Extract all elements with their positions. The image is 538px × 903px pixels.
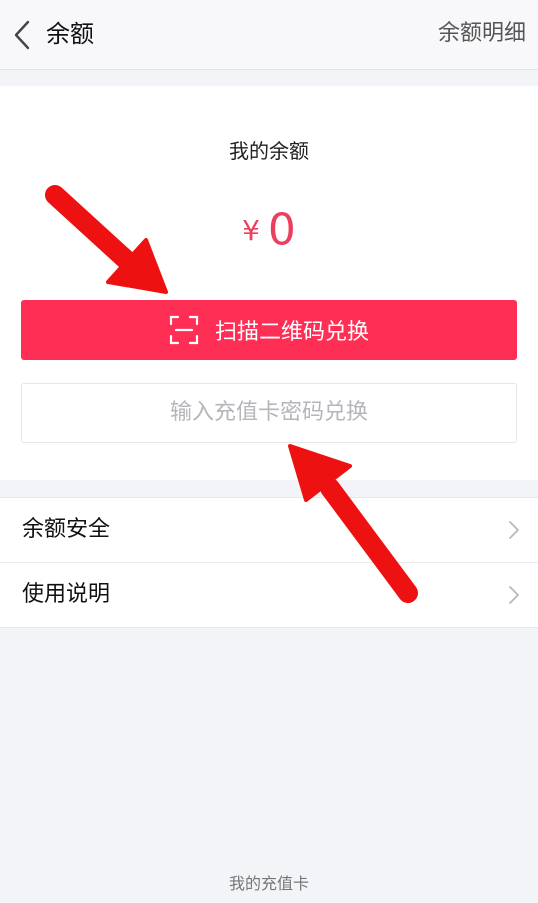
page-title: 余额 <box>46 20 94 48</box>
nav-bar: 余额 余额明细 <box>0 0 538 70</box>
card-code-input[interactable]: 输入充值卡密码兑换 <box>21 383 517 443</box>
list-item-label: 使用说明 <box>22 582 111 607</box>
balance-card: 我的余额 ¥0 扫描二维码兑换 输入充值卡密码兑换 <box>0 86 538 480</box>
scan-frame-icon <box>169 315 199 345</box>
balance-detail-link[interactable]: 余额明细 <box>438 16 526 52</box>
settings-list: 余额安全 使用说明 <box>0 497 538 628</box>
scan-qr-redeem-button[interactable]: 扫描二维码兑换 <box>21 300 517 360</box>
chevron-right-icon <box>509 586 519 604</box>
list-item-balance-security[interactable]: 余额安全 <box>0 498 538 562</box>
balance-value: 0 <box>267 204 296 256</box>
scan-button-label: 扫描二维码兑换 <box>214 320 369 345</box>
balance-label: 我的余额 <box>229 139 309 163</box>
balance-amount: ¥0 <box>0 200 538 261</box>
chevron-right-icon <box>509 521 519 539</box>
list-item-label: 余额安全 <box>22 517 111 542</box>
chevron-left-icon <box>14 20 30 50</box>
list-item-usage-guide[interactable]: 使用说明 <box>0 562 538 627</box>
currency-symbol: ¥ <box>242 213 260 247</box>
my-recharge-cards-link[interactable]: 我的充值卡 <box>0 872 538 896</box>
back-button[interactable] <box>6 14 40 56</box>
card-code-placeholder: 输入充值卡密码兑换 <box>169 400 368 425</box>
